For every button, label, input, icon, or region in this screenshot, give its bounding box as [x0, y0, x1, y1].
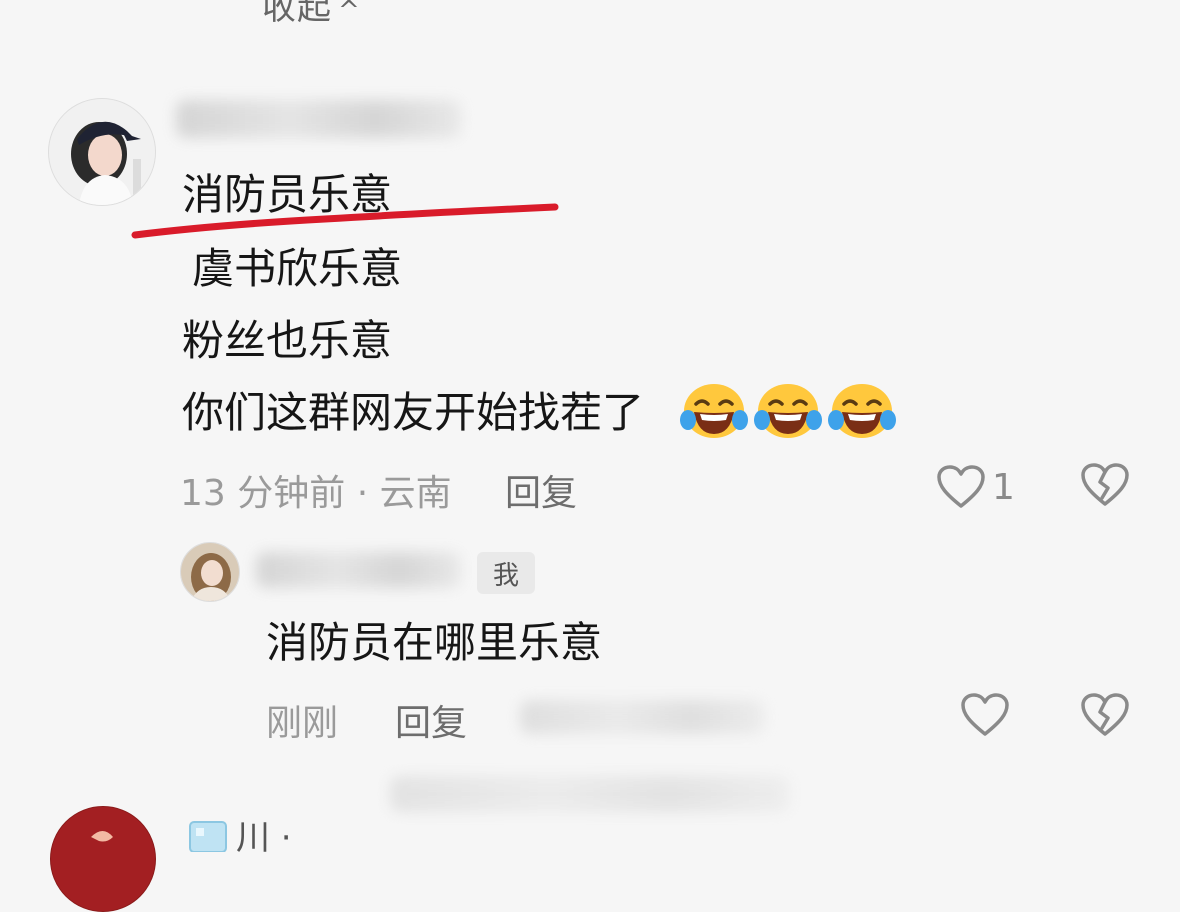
commenter-name-blurred[interactable]	[176, 100, 461, 138]
red-underline-annotation	[131, 203, 559, 239]
laughing-tears-emoji	[828, 384, 896, 438]
next-commenter-avatar[interactable]	[50, 806, 156, 912]
heart-outline-icon	[961, 693, 1009, 736]
reply-avatar[interactable]	[180, 542, 240, 602]
reply-text: 消防员在哪里乐意	[266, 618, 603, 667]
me-badge: 我	[477, 552, 535, 594]
laughing-tears-emoji	[680, 384, 748, 438]
chevron-up-icon: ^	[338, 0, 361, 26]
reply-like-button[interactable]	[960, 692, 1010, 740]
comment-line-2: 虞书欣乐意	[192, 244, 403, 293]
reply-time: 刚刚	[266, 703, 339, 744]
reply-name-blurred[interactable]	[256, 552, 461, 588]
next-commenter-name[interactable]: 川 ·	[188, 810, 292, 859]
blurred-expand-row[interactable]	[390, 776, 790, 812]
heart-outline-icon	[937, 465, 985, 508]
comment-time-location: 13 分钟前 · 云南	[180, 473, 452, 514]
collapse-replies-button[interactable]: 收起 ^	[262, 0, 361, 29]
broken-heart-icon	[1081, 693, 1129, 736]
like-button[interactable]: 1	[936, 462, 1026, 512]
next-commenter-name-text: 川 ·	[236, 818, 292, 858]
comment-line-3: 粉丝也乐意	[182, 316, 393, 365]
laughing-tears-emoji	[754, 384, 822, 438]
like-count: 1	[992, 466, 1015, 508]
reply-dislike-button[interactable]	[1080, 692, 1130, 740]
comment-line-4: 你们这群网友开始找茬了	[182, 388, 645, 437]
collapse-label: 收起	[262, 0, 332, 28]
dislike-button[interactable]	[1080, 462, 1130, 510]
reply-button[interactable]: 回复	[505, 464, 577, 516]
ice-cube-icon	[189, 820, 227, 852]
blurred-overlay	[520, 700, 765, 734]
commenter-avatar[interactable]	[48, 98, 156, 206]
broken-heart-icon	[1081, 463, 1129, 506]
reply-reply-button[interactable]: 回复	[395, 694, 467, 746]
